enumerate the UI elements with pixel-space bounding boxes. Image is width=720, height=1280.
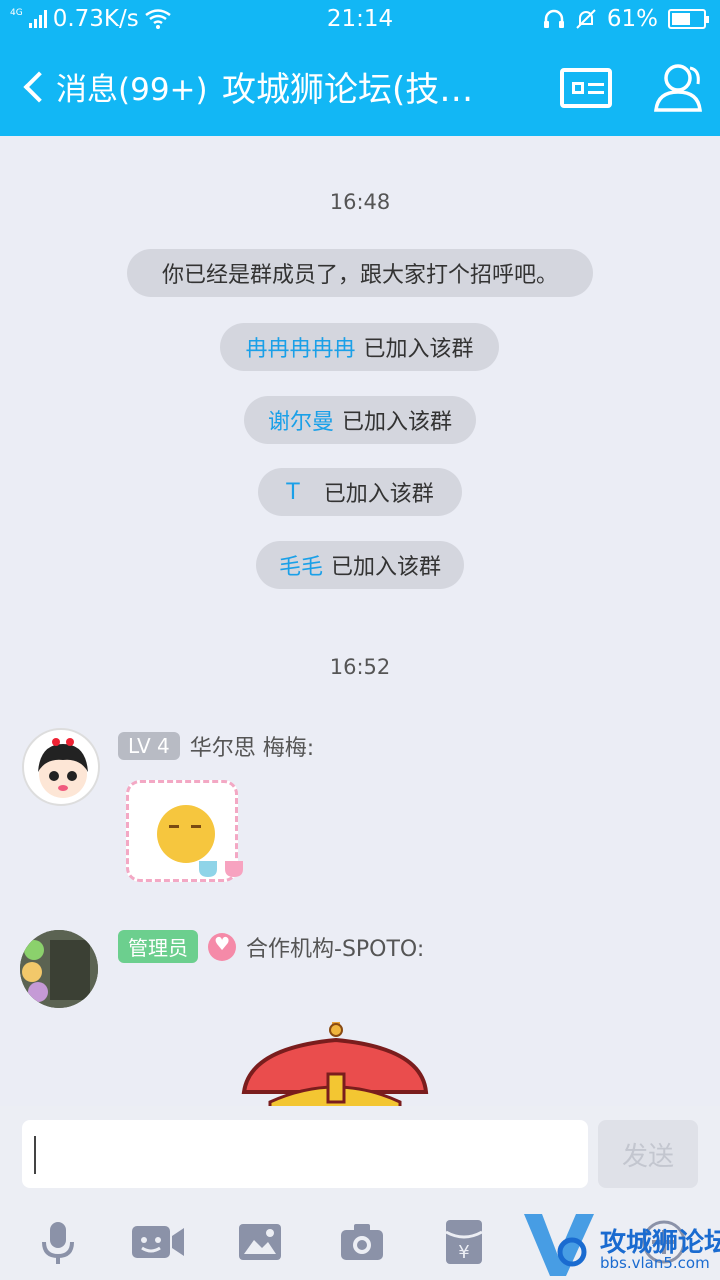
system-message: 谢尔曼 已加入该群 xyxy=(244,396,476,444)
system-text: 你已经是群成员了，跟大家打个招呼吧。 xyxy=(161,263,558,288)
system-text: 已加入该群 xyxy=(323,482,434,507)
back-chevron-icon xyxy=(23,70,55,103)
system-text: 已加入该群 xyxy=(342,410,453,435)
red-packet-icon[interactable]: ¥ xyxy=(440,1218,488,1266)
site-watermark: 攻城狮论坛 bbs.vlan5.com xyxy=(520,1208,720,1280)
image-icon[interactable] xyxy=(236,1218,284,1266)
battery-percent: 61% xyxy=(606,6,658,32)
avatar-girl-icon xyxy=(38,738,88,798)
avatar[interactable] xyxy=(22,728,100,806)
member-name-link[interactable]: 谢尔曼 xyxy=(268,404,334,436)
battery-fill xyxy=(672,13,691,25)
avatar[interactable] xyxy=(20,930,98,1008)
nav-bar: 消息(99+) 攻城狮论坛(技… xyxy=(0,56,720,120)
heart-icon xyxy=(208,932,236,961)
text-caret xyxy=(34,1136,36,1174)
member-name-link[interactable]: 毛毛 xyxy=(279,549,323,581)
card-icon xyxy=(572,82,584,94)
member-name-link[interactable]: T xyxy=(286,480,299,505)
video-icon[interactable] xyxy=(130,1218,186,1266)
group-members-icon[interactable] xyxy=(648,58,708,114)
back-label: 消息(99+) xyxy=(56,72,208,108)
group-card-button[interactable] xyxy=(560,68,612,108)
sender-line: LV 4 华尔思 梅梅: xyxy=(118,730,314,762)
teacups-icon xyxy=(199,861,243,877)
level-badge: LV 4 xyxy=(118,732,180,760)
battery-icon xyxy=(668,9,709,29)
sticker-message[interactable] xyxy=(126,780,243,882)
mute-bell-icon xyxy=(576,9,596,29)
system-message: 你已经是群成员了，跟大家打个招呼吧。 xyxy=(127,249,593,297)
admin-badge: 管理员 xyxy=(118,930,198,963)
camera-icon[interactable] xyxy=(338,1218,386,1266)
headphones-icon xyxy=(543,9,564,28)
system-message: 冉冉冉冉冉 已加入该群 xyxy=(220,323,499,371)
system-text: 已加入该群 xyxy=(331,555,442,580)
timestamp: 16:52 xyxy=(329,655,391,679)
card-line xyxy=(588,83,604,86)
message-input[interactable] xyxy=(22,1120,588,1188)
sender-name[interactable]: 合作机构-SPOTO: xyxy=(246,931,424,963)
avatar-photo-icon xyxy=(20,930,98,1008)
sender-name[interactable]: 华尔思 梅梅: xyxy=(190,730,314,762)
status-bar: 4G 0.73K/s 21:14 61% xyxy=(0,0,720,38)
lantern-sticker[interactable] xyxy=(240,1022,430,1112)
chat-title: 攻城狮论坛(技… xyxy=(222,70,474,110)
svg-text:¥: ¥ xyxy=(458,1242,469,1263)
microphone-icon[interactable] xyxy=(34,1218,82,1266)
watermark-url: bbs.vlan5.com xyxy=(600,1254,710,1272)
system-message: T 已加入该群 xyxy=(258,468,462,516)
watermark-logo-icon xyxy=(524,1214,594,1276)
member-name-link[interactable]: 冉冉冉冉冉 xyxy=(245,331,355,363)
card-line xyxy=(588,91,604,94)
system-message: 毛毛 已加入该群 xyxy=(256,541,464,589)
back-button[interactable]: 消息(99+) xyxy=(20,64,208,109)
top-bar: 4G 0.73K/s 21:14 61% 消息(99+) 攻城狮论坛(技… xyxy=(0,0,720,136)
system-text: 已加入该群 xyxy=(363,337,474,362)
timestamp: 16:48 xyxy=(329,190,391,214)
send-button[interactable]: 发送 xyxy=(598,1120,698,1188)
sender-line: 管理员 合作机构-SPOTO: xyxy=(118,930,424,963)
